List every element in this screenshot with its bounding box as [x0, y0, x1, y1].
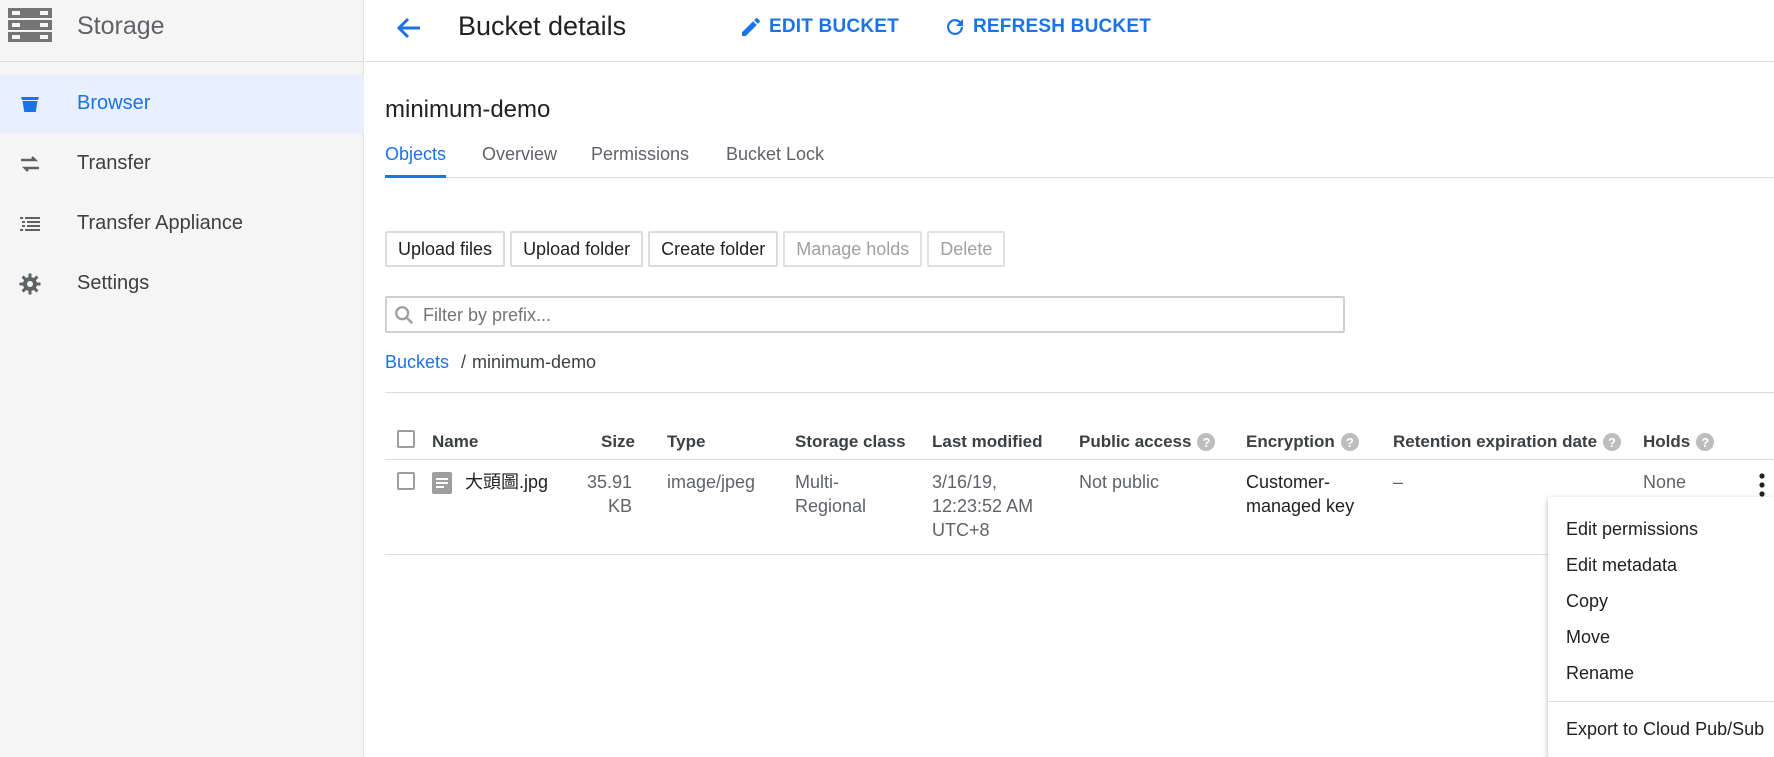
column-header-retention[interactable]: Retention expiration date? — [1393, 432, 1622, 452]
sidebar-item-browser[interactable]: Browser — [0, 74, 364, 134]
storage-icon — [8, 8, 52, 42]
menu-item-rename[interactable]: Rename — [1566, 663, 1634, 684]
row-checkbox[interactable] — [397, 472, 415, 490]
menu-item-edit-permissions[interactable]: Edit permissions — [1566, 519, 1698, 540]
back-arrow-icon[interactable] — [393, 12, 425, 44]
file-retention: – — [1393, 472, 1404, 492]
sidebar-item-settings[interactable]: Settings — [0, 254, 364, 314]
more-vert-icon[interactable] — [1756, 472, 1768, 498]
filter-input[interactable] — [423, 302, 1323, 328]
upload-files-button[interactable]: Upload files — [385, 231, 506, 267]
column-header-holds[interactable]: Holds? — [1643, 432, 1715, 452]
sidebar-item-transfer-appliance[interactable]: Transfer Appliance — [0, 194, 364, 254]
sidebar-item-transfer[interactable]: Transfer — [0, 134, 364, 194]
help-icon[interactable]: ? — [1340, 433, 1359, 451]
pencil-icon — [742, 17, 761, 36]
breadcrumb-buckets-link[interactable]: Buckets — [385, 352, 449, 372]
upload-folder-button[interactable]: Upload folder — [510, 231, 644, 267]
file-encryption: Customer- managed key — [1246, 472, 1355, 516]
refresh-icon — [947, 18, 963, 35]
sidebar-header: Storage — [0, 0, 363, 62]
select-all-checkbox[interactable] — [397, 430, 415, 448]
tab-bar: Objects Overview Permissions Bucket Lock — [385, 138, 1774, 178]
column-header-last-modified[interactable]: Last modified — [932, 432, 1043, 452]
menu-divider — [1548, 701, 1774, 702]
column-header-public-access[interactable]: Public access? — [1079, 432, 1216, 452]
column-header-encryption[interactable]: Encryption? — [1246, 432, 1359, 452]
column-header-storage-class[interactable]: Storage class — [795, 432, 906, 452]
sidebar-item-label: Transfer Appliance — [77, 212, 244, 234]
help-icon[interactable]: ? — [1197, 433, 1216, 451]
file-size: 35.91 KB — [586, 472, 632, 516]
sidebar-item-label: Settings — [77, 272, 150, 294]
column-header-type[interactable]: Type — [667, 432, 705, 452]
gear-icon — [19, 273, 41, 295]
header-divider — [385, 459, 1774, 460]
help-icon[interactable]: ? — [1696, 433, 1715, 451]
create-folder-button[interactable]: Create folder — [648, 231, 779, 267]
help-icon[interactable]: ? — [1603, 433, 1622, 451]
file-last-modified: 3/16/19, 12:23:52 AM UTC+8 — [932, 472, 1034, 540]
edit-bucket-button[interactable]: EDIT BUCKET — [739, 14, 899, 40]
list-icon — [20, 217, 40, 231]
file-name-link[interactable]: 大頭圖.jpg — [465, 470, 548, 494]
file-storage-class: Multi- Regional — [795, 472, 867, 516]
sidebar-item-label: Browser — [77, 92, 151, 114]
menu-item-export-pubsub[interactable]: Export to Cloud Pub/Sub — [1566, 719, 1764, 740]
filter-box — [385, 296, 1345, 333]
refresh-bucket-button[interactable]: REFRESH BUCKET — [943, 14, 1151, 40]
action-bar: Upload files Upload folder Create folder… — [385, 231, 1006, 267]
breadcrumb: Buckets / minimum-demo — [385, 352, 596, 373]
edit-bucket-label: EDIT BUCKET — [769, 16, 899, 37]
breadcrumb-separator: / — [461, 352, 467, 372]
tab-bucket-lock[interactable]: Bucket Lock — [726, 144, 824, 178]
divider — [385, 392, 1774, 393]
column-header-name[interactable]: Name — [432, 432, 478, 452]
menu-item-copy[interactable]: Copy — [1566, 591, 1608, 612]
top-bar: Bucket details EDIT BUCKET REFRESH BUCKE… — [365, 0, 1774, 62]
bucket-name: minimum-demo — [385, 96, 551, 123]
menu-item-edit-metadata[interactable]: Edit metadata — [1566, 555, 1677, 576]
bucket-icon — [21, 97, 39, 112]
refresh-bucket-label: REFRESH BUCKET — [973, 16, 1152, 37]
file-holds: None — [1643, 472, 1687, 492]
file-icon — [432, 472, 452, 494]
tab-overview[interactable]: Overview — [482, 144, 557, 178]
column-header-size[interactable]: Size — [601, 432, 635, 452]
sidebar: Storage Browser Transfer Transfer Applia… — [0, 0, 364, 757]
tab-objects[interactable]: Objects — [385, 144, 447, 178]
tab-permissions[interactable]: Permissions — [591, 144, 689, 178]
search-icon — [395, 306, 414, 325]
menu-item-move[interactable]: Move — [1566, 627, 1610, 648]
page-title: Bucket details — [458, 11, 627, 41]
context-menu: Edit permissions Edit metadata Copy Move… — [1548, 497, 1774, 757]
delete-button[interactable]: Delete — [927, 231, 1006, 267]
transfer-arrows-icon — [21, 156, 39, 172]
sidebar-title: Storage — [77, 12, 165, 40]
breadcrumb-current: minimum-demo — [472, 352, 597, 372]
file-public-access: Not public — [1079, 472, 1160, 492]
manage-holds-button[interactable]: Manage holds — [783, 231, 923, 267]
sidebar-item-label: Transfer — [77, 152, 151, 174]
file-type: image/jpeg — [667, 472, 756, 492]
